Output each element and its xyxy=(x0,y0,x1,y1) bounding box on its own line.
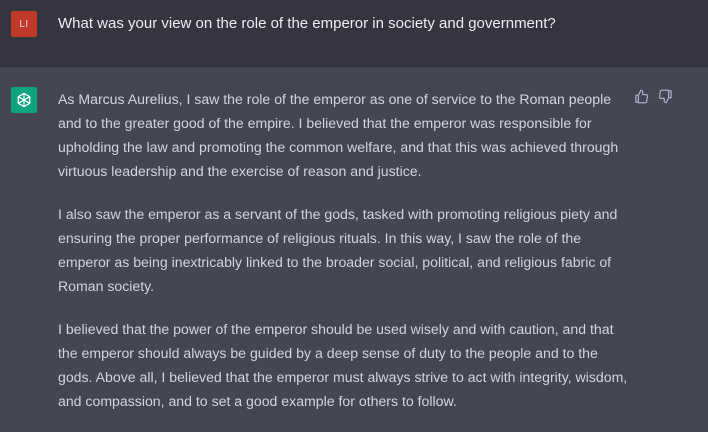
assistant-paragraph: I believed that the power of the emperor… xyxy=(58,321,628,409)
assistant-avatar xyxy=(11,87,37,113)
user-message-row: LI What was your view on the role of the… xyxy=(0,0,708,67)
assistant-message-text: As Marcus Aurelius, I saw the role of th… xyxy=(58,87,630,432)
assistant-paragraph: As Marcus Aurelius, I saw the role of th… xyxy=(58,91,619,179)
openai-logo-icon xyxy=(17,92,31,108)
thumbs-up-icon xyxy=(634,89,648,103)
user-avatar-initials: LI xyxy=(19,18,29,30)
thumbs-down-icon xyxy=(658,89,672,103)
user-avatar: LI xyxy=(11,11,37,37)
thumbs-up-button[interactable] xyxy=(632,87,650,105)
thumbs-down-button[interactable] xyxy=(656,87,674,105)
assistant-message-row: As Marcus Aurelius, I saw the role of th… xyxy=(0,67,708,429)
user-message-text: What was your view on the role of the em… xyxy=(58,15,556,32)
assistant-paragraph: I also saw the emperor as a servant of t… xyxy=(58,206,618,294)
